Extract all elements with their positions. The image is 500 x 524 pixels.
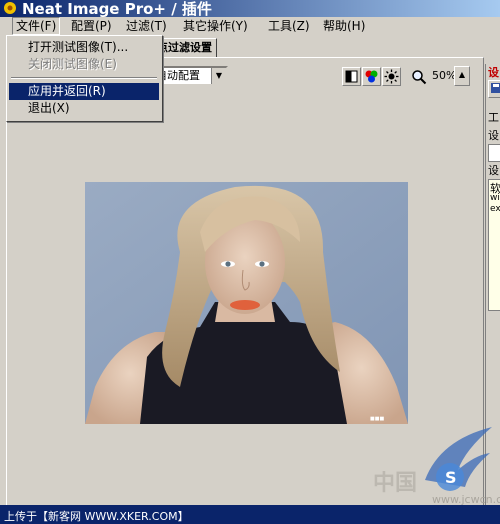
menu-item-apply-and-return[interactable]: 应用并返回(R)	[9, 83, 159, 100]
menu-config[interactable]: 配置(P)	[68, 18, 115, 34]
photo-credit-mark: ■■■	[370, 416, 384, 422]
combo-dropdown-arrow-icon[interactable]: ▼	[211, 68, 226, 84]
brightness-button[interactable]	[382, 67, 401, 86]
watermark-logo-icon: S	[425, 427, 492, 491]
info-box-line: wi	[490, 193, 500, 203]
grayscale-icon	[345, 70, 358, 83]
watermark-text: 中国	[373, 471, 418, 496]
right-panel-button[interactable]	[488, 80, 500, 98]
file-menu-dropdown: 打开测试图像(T)... 关闭测试图像(E) 应用并返回(R) 退出(X)	[6, 35, 163, 122]
zoom-magnifier-icon[interactable]	[411, 69, 427, 85]
info-box-line: ex	[490, 204, 500, 214]
menu-separator	[11, 77, 157, 79]
menu-file[interactable]: 文件(F)	[12, 17, 61, 35]
menu-help[interactable]: 帮助(H)	[320, 18, 368, 34]
test-image[interactable]: ■■■	[85, 182, 408, 424]
grayscale-view-button[interactable]	[342, 67, 361, 86]
rgb-circles-icon	[365, 70, 378, 83]
menu-item-close-test-image: 关闭测试图像(E)	[28, 57, 117, 71]
color-channels-button[interactable]	[362, 67, 381, 86]
menu-item-exit[interactable]: 退出(X)	[9, 100, 159, 117]
menu-tools[interactable]: 工具(Z)	[265, 18, 313, 34]
menu-filter[interactable]: 过滤(T)	[123, 18, 170, 34]
save-icon	[491, 83, 500, 93]
right-panel-label: 设	[488, 129, 499, 142]
sun-icon	[384, 69, 399, 84]
portrait-photo: ■■■	[85, 182, 408, 424]
menu-bar: 文件(F) 配置(P) 过滤(T) 其它操作(Y) 工具(Z) 帮助(H)	[0, 17, 500, 35]
right-panel-label: 设	[488, 164, 499, 177]
right-panel-label: 工	[488, 111, 499, 124]
zoom-level[interactable]: 50%	[432, 69, 456, 82]
right-panel-info-box: 软 wi ex	[488, 179, 500, 311]
svg-text:S: S	[445, 468, 457, 487]
right-panel-input[interactable]	[488, 144, 500, 162]
right-panel-label: 设	[488, 66, 499, 79]
title-bar: Neat Image Pro+ / 插件	[0, 0, 500, 18]
app-logo-icon	[4, 2, 16, 14]
menu-item-open-test-image[interactable]: 打开测试图像(T)...	[9, 39, 159, 56]
scroll-up-button[interactable]: ▲	[454, 66, 470, 86]
upload-caption: 上传于【新客网 WWW.XKER.COM】	[4, 510, 189, 523]
upload-caption-bar: 上传于【新客网 WWW.XKER.COM】	[0, 505, 500, 524]
menu-other-operations[interactable]: 其它操作(Y)	[180, 18, 251, 34]
